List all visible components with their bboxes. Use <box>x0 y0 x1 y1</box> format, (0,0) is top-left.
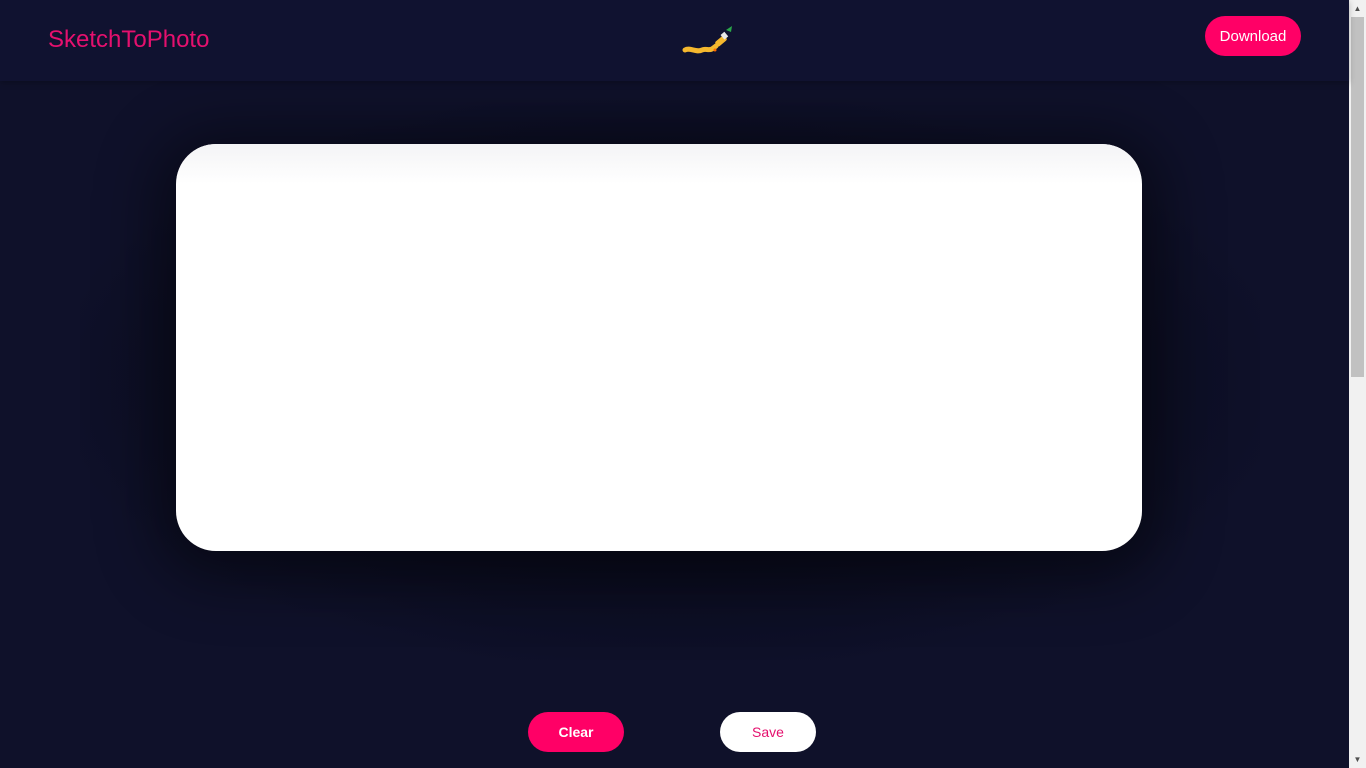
clear-button[interactable]: Clear <box>528 712 624 752</box>
scroll-down-arrow-icon[interactable]: ▼ <box>1349 751 1366 768</box>
vertical-scrollbar[interactable]: ▲ ▼ <box>1349 0 1366 768</box>
scroll-up-arrow-icon[interactable]: ▲ <box>1349 0 1366 17</box>
brand-title[interactable]: SketchToPhoto <box>48 26 209 54</box>
page: SketchToPhoto Download Clear Save <box>0 0 1349 768</box>
paintbrush-icon <box>682 26 732 54</box>
download-button[interactable]: Download <box>1205 16 1301 56</box>
save-button[interactable]: Save <box>720 712 816 752</box>
scrollbar-thumb[interactable] <box>1351 17 1364 377</box>
navbar: SketchToPhoto Download <box>0 0 1349 81</box>
drawing-canvas[interactable] <box>176 144 1142 551</box>
